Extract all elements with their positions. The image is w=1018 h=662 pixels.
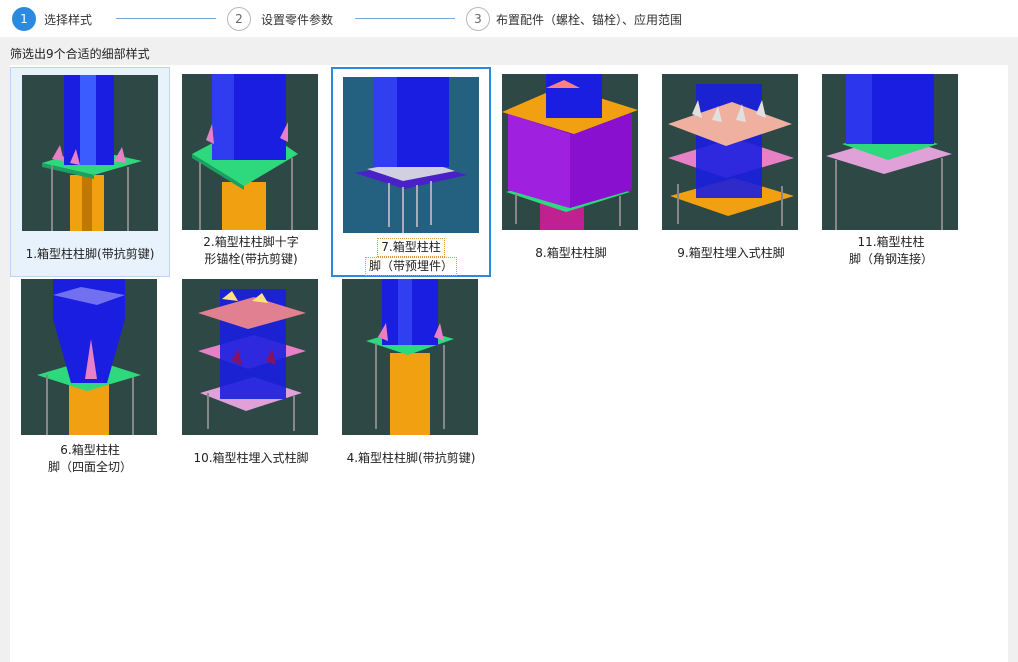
- style-card-label: 10.箱型柱埋入式柱脚: [193, 451, 309, 465]
- style-card-label: 9.箱型柱埋入式柱脚: [677, 246, 785, 260]
- box-column-base-angle-icon: [822, 74, 958, 230]
- style-card-label: 8.箱型柱柱脚: [535, 246, 607, 260]
- style-card-8[interactable]: 8.箱型柱柱脚: [491, 67, 651, 277]
- stepper: 1 选择样式 2 设置零件参数 3 布置配件（螺栓、锚栓）、应用范围: [0, 0, 1018, 37]
- style-card-label: 2.箱型柱柱脚十字 形锚栓(带抗剪键): [203, 235, 299, 266]
- step-3-label[interactable]: 布置配件（螺栓、锚栓）、应用范围: [496, 11, 682, 28]
- style-card-2[interactable]: 2.箱型柱柱脚十字 形锚栓(带抗剪键): [171, 67, 331, 277]
- style-card-10[interactable]: 10.箱型柱埋入式柱脚: [171, 272, 331, 487]
- step-2-indicator[interactable]: 2: [227, 7, 251, 31]
- box-column-base-cross-anchor-icon: [182, 74, 318, 230]
- style-card-11[interactable]: 11.箱型柱柱 脚（角钢连接）: [811, 67, 971, 277]
- style-card-label: 1.箱型柱柱脚(带抗剪键): [25, 247, 155, 261]
- style-card-label: 6.箱型柱柱 脚（四面全切）: [47, 443, 132, 474]
- step-1-indicator[interactable]: 1: [12, 7, 36, 31]
- box-column-base-shear-key-icon: [22, 75, 158, 231]
- style-card-label: 4.箱型柱柱脚(带抗剪键): [346, 451, 476, 465]
- style-card-1[interactable]: 1.箱型柱柱脚(带抗剪键): [10, 67, 170, 277]
- box-column-base-full-cut-icon: [21, 279, 157, 435]
- style-card-4[interactable]: 4.箱型柱柱脚(带抗剪键): [331, 272, 491, 487]
- box-column-base-icon: [502, 74, 638, 230]
- step-3-indicator[interactable]: 3: [466, 7, 490, 31]
- box-column-base-shear-key-2-icon: [342, 279, 478, 435]
- style-card-label: 7.箱型柱柱 脚（带预埋件）: [333, 238, 489, 276]
- style-card-7[interactable]: 7.箱型柱柱 脚（带预埋件）: [331, 67, 491, 277]
- style-card-9[interactable]: 9.箱型柱埋入式柱脚: [651, 67, 811, 277]
- step-2-label[interactable]: 设置零件参数: [261, 11, 333, 28]
- style-card-label: 11.箱型柱柱 脚（角钢连接）: [848, 235, 933, 266]
- box-column-embedded-base-icon: [662, 74, 798, 230]
- style-gallery: 1.箱型柱柱脚(带抗剪键) 2.箱型柱柱脚十字 形锚栓(带抗剪键) 7.箱型柱柱…: [10, 65, 1008, 662]
- box-column-base-embedded-icon: [343, 77, 479, 233]
- style-card-6[interactable]: 6.箱型柱柱 脚（四面全切）: [10, 272, 170, 487]
- filter-result-text: 筛选出9个合适的细部样式: [10, 47, 150, 61]
- step-1-label[interactable]: 选择样式: [44, 11, 92, 28]
- step-connector: [116, 18, 216, 19]
- step-connector: [355, 18, 455, 19]
- box-column-embedded-base-2-icon: [182, 279, 318, 435]
